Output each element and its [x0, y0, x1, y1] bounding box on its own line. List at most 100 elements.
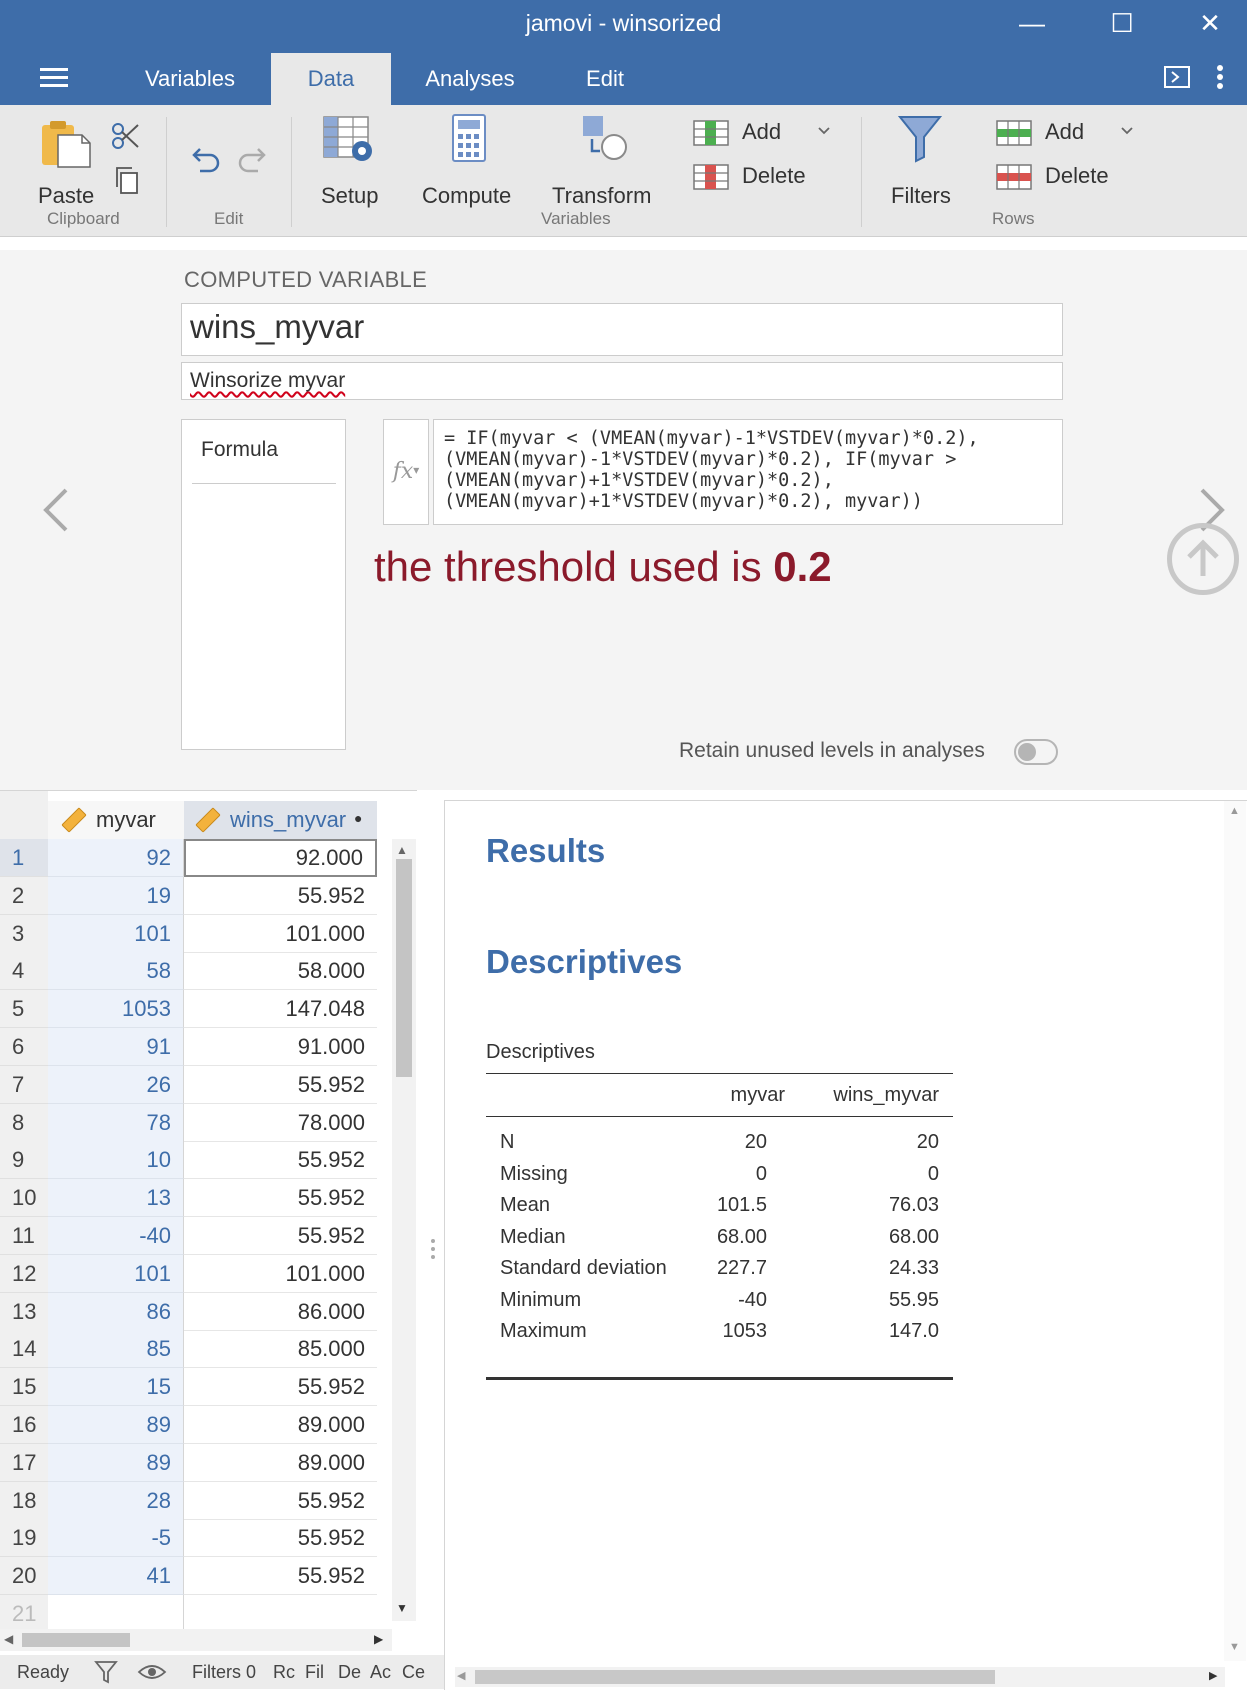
cell-wins-myvar[interactable]: 92.000 [184, 839, 377, 877]
cell-wins-myvar[interactable]: 55.952 [184, 1557, 377, 1596]
cell-myvar[interactable]: 19 [48, 876, 184, 915]
cell-myvar[interactable]: 13 [48, 1179, 184, 1218]
cell-wins-myvar[interactable]: 55.952 [184, 1368, 377, 1407]
results-horizontal-scrollbar[interactable]: ◀ ▶ [455, 1667, 1225, 1687]
cell-myvar[interactable]: 91 [48, 1028, 184, 1066]
cell-myvar[interactable]: 15 [48, 1368, 184, 1407]
cell-myvar[interactable]: -5 [48, 1519, 184, 1558]
retain-levels-toggle[interactable] [1014, 739, 1058, 765]
cell-myvar[interactable]: 85 [48, 1330, 184, 1369]
row-number[interactable]: 13 [0, 1292, 48, 1331]
cell-wins-myvar[interactable]: 89.000 [184, 1444, 377, 1482]
scroll-down-icon[interactable]: ▼ [396, 1601, 408, 1615]
cell-wins-myvar[interactable]: 55.952 [184, 1066, 377, 1104]
filters-button[interactable]: Filters [880, 111, 960, 208]
column-header-myvar[interactable]: myvar [48, 801, 184, 839]
scroll-down-icon[interactable]: ▼ [1229, 1641, 1240, 1653]
cell-wins-myvar[interactable]: 86.000 [184, 1293, 377, 1331]
cell-myvar[interactable]: 89 [48, 1406, 184, 1444]
cell-wins-myvar[interactable]: 55.952 [184, 1141, 377, 1180]
cell-wins-myvar[interactable]: 89.000 [184, 1406, 377, 1444]
delete-variable-button[interactable]: Delete [690, 161, 810, 195]
add-variable-button[interactable]: Add [690, 117, 840, 151]
cell-wins-myvar[interactable]: 101.000 [184, 915, 377, 953]
results-vertical-scrollbar[interactable]: ▲ ▼ [1224, 801, 1246, 1661]
chevron-down-icon[interactable] [1119, 123, 1135, 139]
cell-myvar[interactable]: 10 [48, 1141, 184, 1180]
cell-myvar[interactable]: 101 [48, 914, 184, 953]
row-number[interactable]: 18 [0, 1481, 48, 1520]
cell-wins-myvar[interactable]: 55.952 [184, 1217, 377, 1255]
cell-myvar[interactable]: 1053 [48, 990, 184, 1029]
scroll-right-icon[interactable]: ▶ [374, 1632, 383, 1646]
panel-splitter-handle[interactable] [428, 1235, 438, 1269]
cell-wins-myvar[interactable]: 55.952 [184, 1519, 377, 1558]
formula-input[interactable]: = IF(myvar < (VMEAN(myvar)-1*VSTDEV(myva… [433, 419, 1063, 525]
analysis-heading[interactable]: Descriptives [486, 943, 682, 981]
tab-data[interactable]: Data [271, 53, 391, 105]
eye-icon[interactable] [137, 1662, 167, 1682]
cell-myvar[interactable]: 101 [48, 1254, 184, 1293]
cell-myvar[interactable]: 89 [48, 1443, 184, 1482]
more-options-icon[interactable] [1210, 62, 1230, 92]
tab-analyses[interactable]: Analyses [410, 53, 530, 105]
undo-icon[interactable] [190, 141, 224, 175]
filter-icon[interactable] [94, 1659, 118, 1685]
function-picker-button[interactable]: fx▾ [383, 419, 429, 525]
cell-wins-myvar[interactable]: 55.952 [184, 1482, 377, 1520]
cell-wins-myvar[interactable]: 101.000 [184, 1255, 377, 1293]
cell-myvar[interactable]: 26 [48, 1065, 184, 1104]
minimize-button[interactable]: — [1002, 0, 1062, 50]
cell-myvar[interactable]: 86 [48, 1292, 184, 1331]
cell-myvar[interactable]: 78 [48, 1103, 184, 1142]
cell-myvar[interactable] [48, 1595, 184, 1633]
cell-myvar[interactable]: 58 [48, 952, 184, 991]
row-number[interactable]: 2 [0, 876, 48, 915]
redo-icon[interactable] [234, 141, 268, 175]
row-number[interactable]: 14 [0, 1330, 48, 1369]
variable-description-input[interactable]: Winsorize myvar [181, 362, 1063, 400]
scroll-right-icon[interactable]: ▶ [1209, 1669, 1217, 1682]
row-number[interactable]: 15 [0, 1368, 48, 1407]
row-number[interactable]: 21 [0, 1595, 48, 1633]
cut-icon[interactable] [110, 121, 140, 151]
maximize-button[interactable]: ☐ [1092, 0, 1152, 50]
row-number[interactable]: 5 [0, 990, 48, 1029]
row-number[interactable]: 11 [0, 1217, 48, 1255]
formula-tab[interactable]: Formula [201, 438, 278, 462]
cell-wins-myvar[interactable]: 58.000 [184, 952, 377, 991]
hamburger-menu-icon[interactable] [38, 64, 72, 90]
vertical-scrollbar[interactable]: ▲ ▼ [392, 839, 416, 1621]
tab-edit[interactable]: Edit [555, 53, 655, 105]
paste-button[interactable]: Paste [30, 113, 100, 208]
scroll-up-icon[interactable]: ▲ [396, 843, 408, 857]
cell-wins-myvar[interactable]: 55.952 [184, 1179, 377, 1218]
collapse-panel-icon[interactable] [1167, 523, 1239, 595]
variable-name-input[interactable]: wins_myvar [181, 303, 1063, 356]
cell-wins-myvar[interactable]: 78.000 [184, 1104, 377, 1142]
cell-wins-myvar[interactable]: 91.000 [184, 1028, 377, 1066]
add-row-button[interactable]: Add [993, 117, 1143, 151]
transform-button[interactable]: Transform [550, 111, 660, 208]
row-number[interactable]: 19 [0, 1519, 48, 1558]
scroll-left-icon[interactable]: ◀ [4, 1632, 13, 1646]
split-view-icon[interactable] [1163, 64, 1191, 90]
row-number[interactable]: 17 [0, 1443, 48, 1482]
cell-wins-myvar[interactable] [184, 1595, 377, 1633]
compute-button[interactable]: Compute [420, 111, 520, 208]
row-number[interactable]: 7 [0, 1065, 48, 1104]
tab-variables[interactable]: Variables [130, 53, 250, 105]
row-number[interactable]: 16 [0, 1406, 48, 1444]
column-header-wins-myvar[interactable]: wins_myvar ● [184, 801, 377, 839]
cell-myvar[interactable]: 41 [48, 1557, 184, 1596]
copy-icon[interactable] [112, 165, 142, 195]
cell-wins-myvar[interactable]: 147.048 [184, 990, 377, 1029]
scroll-left-icon[interactable]: ◀ [457, 1669, 465, 1682]
delete-row-button[interactable]: Delete [993, 161, 1113, 195]
row-number[interactable]: 1 [0, 839, 48, 877]
row-number[interactable]: 4 [0, 952, 48, 991]
row-number[interactable]: 9 [0, 1141, 48, 1180]
cell-wins-myvar[interactable]: 85.000 [184, 1330, 377, 1369]
cell-myvar[interactable]: -40 [48, 1217, 184, 1255]
scrollbar-thumb[interactable] [396, 859, 412, 1077]
